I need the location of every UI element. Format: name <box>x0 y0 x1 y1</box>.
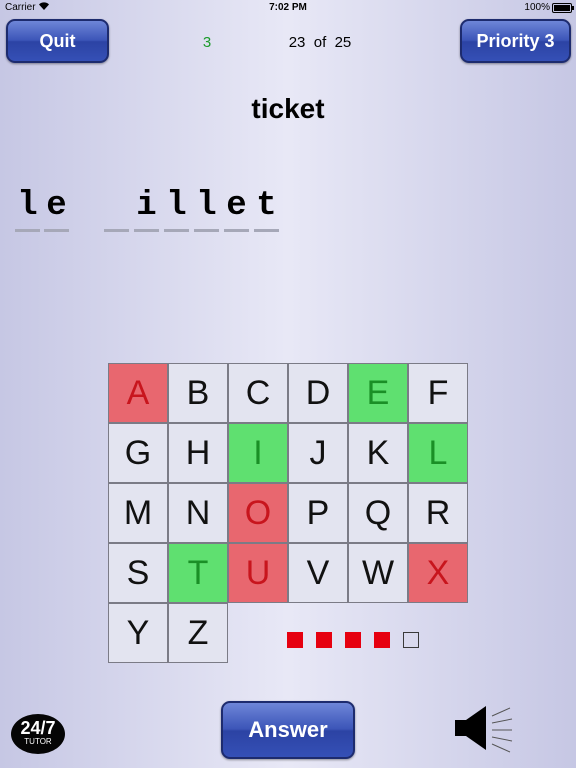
letter-key-v[interactable]: V <box>288 543 348 603</box>
slot-underline <box>194 229 219 232</box>
battery-icon <box>552 3 574 13</box>
letter-key-b[interactable]: B <box>168 363 228 423</box>
score-count: 3 <box>202 34 212 51</box>
letter-slot: t <box>253 186 280 232</box>
target-word: ticket <box>251 93 325 124</box>
letter-slot <box>103 186 130 232</box>
slot-letter: l <box>166 187 187 225</box>
slot-letter: e <box>46 187 67 225</box>
letter-key-r[interactable]: R <box>408 483 468 543</box>
slot-letter <box>74 186 101 226</box>
slot-underline <box>104 229 129 232</box>
letter-key-m[interactable]: M <box>108 483 168 543</box>
slot-letter: l <box>17 187 38 225</box>
letter-key-d[interactable]: D <box>288 363 348 423</box>
letter-key-l[interactable]: L <box>408 423 468 483</box>
letter-slot: l <box>163 186 190 232</box>
battery-percent: 100% <box>524 2 550 13</box>
letter-key-a[interactable]: A <box>108 363 168 423</box>
letter-key-i[interactable]: I <box>228 423 288 483</box>
letter-key-q[interactable]: Q <box>348 483 408 543</box>
letter-key-w[interactable]: W <box>348 543 408 603</box>
miss-marker-used <box>374 632 390 648</box>
letter-key-k[interactable]: K <box>348 423 408 483</box>
slot-underline <box>224 229 249 232</box>
slot-underline <box>15 229 40 232</box>
slot-letter: e <box>226 187 247 225</box>
miss-marker-used <box>316 632 332 648</box>
miss-marker-open <box>403 632 419 648</box>
slot-underline <box>134 229 159 232</box>
letter-grid: ABCDEF GHIJKL MNOPQR STUVWX YZ <box>108 363 469 663</box>
tutor-logo: 24/7 TUTOR <box>11 714 65 754</box>
letter-key-n[interactable]: N <box>168 483 228 543</box>
letter-key-u[interactable]: U <box>228 543 288 603</box>
letter-slot: e <box>43 186 70 232</box>
quit-button[interactable]: Quit <box>6 19 109 63</box>
letter-key-t[interactable]: T <box>168 543 228 603</box>
letter-key-p[interactable]: P <box>288 483 348 543</box>
letter-key-f[interactable]: F <box>408 363 468 423</box>
slot-letter: t <box>256 187 277 225</box>
status-bar: Carrier 7:02 PM 100% <box>0 0 576 16</box>
letter-slot <box>74 186 101 232</box>
progress-counter: 23 of 25 <box>288 34 352 51</box>
clock: 7:02 PM <box>269 2 307 13</box>
letter-slot: l <box>193 186 220 232</box>
letter-slot: i <box>133 186 160 232</box>
slot-underline <box>164 229 189 232</box>
slot-letter: l <box>196 187 217 225</box>
speaker-icon[interactable] <box>452 700 514 756</box>
logo-subtext: TUTOR <box>24 737 52 746</box>
slot-underline <box>44 229 69 232</box>
slot-letter: i <box>136 187 157 225</box>
slot-underline <box>254 229 279 232</box>
letter-key-x[interactable]: X <box>408 543 468 603</box>
letter-key-j[interactable]: J <box>288 423 348 483</box>
letter-key-y[interactable]: Y <box>108 603 168 663</box>
letter-key-z[interactable]: Z <box>168 603 228 663</box>
letter-key-c[interactable]: C <box>228 363 288 423</box>
letter-slot: e <box>223 186 250 232</box>
miss-marker-used <box>287 632 303 648</box>
slot-letter <box>103 186 130 226</box>
letter-key-o[interactable]: O <box>228 483 288 543</box>
letter-key-h[interactable]: H <box>168 423 228 483</box>
letter-slot: l <box>14 186 41 232</box>
answer-button[interactable]: Answer <box>221 701 355 759</box>
miss-marker-used <box>345 632 361 648</box>
letter-key-s[interactable]: S <box>108 543 168 603</box>
letter-key-g[interactable]: G <box>108 423 168 483</box>
priority-button[interactable]: Priority 3 <box>460 19 571 63</box>
letter-key-e[interactable]: E <box>348 363 408 423</box>
logo-text: 24/7 <box>20 718 56 738</box>
